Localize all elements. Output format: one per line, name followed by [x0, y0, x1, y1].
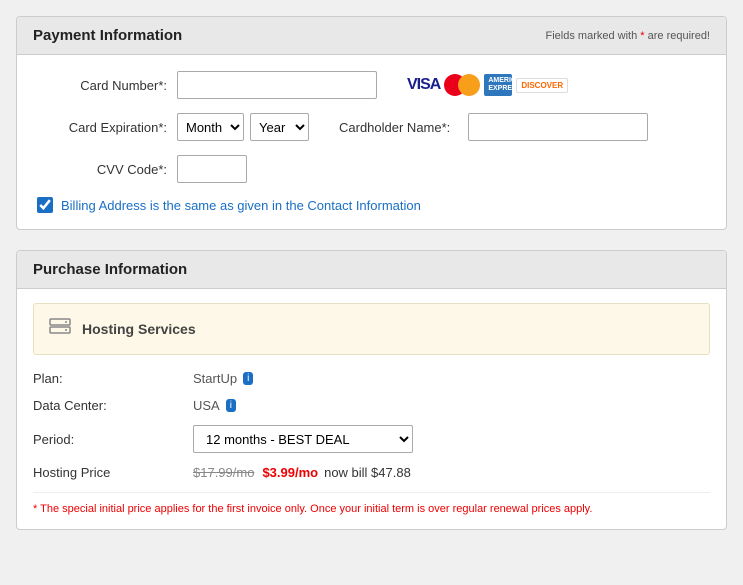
hosting-services-bar: Hosting Services [33, 303, 710, 355]
card-expiration-row: Card Expiration*: Month 010203 040506 07… [37, 113, 706, 141]
payment-section-title: Payment Information [33, 27, 182, 44]
billing-checkbox-row: Billing Address is the same as given in … [37, 197, 706, 213]
purchase-information-card: Purchase Information Hosting Services Pl… [16, 250, 727, 530]
purchase-section-body: Hosting Services Plan: StartUp i Data Ce… [17, 289, 726, 529]
plan-value-text: StartUp [193, 371, 237, 386]
cardholder-name-input[interactable] [468, 113, 648, 141]
payment-required-note: Fields marked with * are required! [546, 30, 710, 42]
card-number-row: Card Number*: VISA AMERICANEXPRESS DISCO… [37, 71, 706, 99]
plan-value: StartUp i [193, 371, 253, 386]
datacenter-row: Data Center: USA i [33, 398, 710, 413]
billing-address-checkbox[interactable] [37, 197, 53, 213]
required-asterisk: * [640, 30, 644, 42]
mc-circle-orange [458, 74, 480, 96]
datacenter-info-badge[interactable]: i [226, 399, 236, 412]
card-number-label: Card Number*: [37, 78, 167, 93]
price-new: $3.99/mo [262, 465, 318, 480]
price-old: $17.99/mo [193, 465, 254, 480]
billing-checkbox-label: Billing Address is the same as given in … [61, 198, 421, 213]
datacenter-value-text: USA [193, 398, 220, 413]
plan-label: Plan: [33, 371, 193, 386]
hosting-price-row: Hosting Price $17.99/mo $3.99/mo now bil… [33, 465, 710, 480]
purchase-section-header: Purchase Information [17, 251, 726, 289]
discover-icon: DISCOVER [516, 78, 568, 93]
card-icons: VISA AMERICANEXPRESS DISCOVER [407, 74, 568, 96]
datacenter-label: Data Center: [33, 398, 193, 413]
mastercard-icon [444, 74, 480, 96]
datacenter-value: USA i [193, 398, 236, 413]
hosting-services-title: Hosting Services [82, 321, 196, 337]
pricing-footnote: * The special initial price applies for … [33, 492, 710, 515]
cardholder-name-label: Cardholder Name*: [339, 120, 450, 135]
payment-information-card: Payment Information Fields marked with *… [16, 16, 727, 230]
payment-section-body: Card Number*: VISA AMERICANEXPRESS DISCO… [17, 55, 726, 229]
cvv-input[interactable] [177, 155, 247, 183]
cvv-row: CVV Code*: [37, 155, 706, 183]
month-select[interactable]: Month 010203 040506 070809 101112 [177, 113, 244, 141]
hosting-price-label: Hosting Price [33, 465, 193, 480]
card-expiration-label: Card Expiration*: [37, 120, 167, 135]
period-select[interactable]: 1 month 3 months 6 months 12 months - BE… [193, 425, 413, 453]
price-bill: now bill $47.88 [324, 465, 411, 480]
period-row: Period: 1 month 3 months 6 months 12 mon… [33, 425, 710, 453]
period-label: Period: [33, 432, 193, 447]
amex-icon: AMERICANEXPRESS [484, 74, 512, 95]
plan-row: Plan: StartUp i [33, 371, 710, 386]
cvv-label: CVV Code*: [37, 162, 167, 177]
expiration-selects: Month 010203 040506 070809 101112 Year 2… [177, 113, 309, 141]
purchase-section-title: Purchase Information [33, 261, 187, 278]
plan-info-badge[interactable]: i [243, 372, 253, 385]
card-number-input[interactable] [177, 71, 377, 99]
hosting-icon [48, 314, 72, 344]
visa-icon: VISA [407, 76, 440, 94]
year-select[interactable]: Year 202420252026 2027202820292030 [250, 113, 309, 141]
payment-section-header: Payment Information Fields marked with *… [17, 17, 726, 55]
